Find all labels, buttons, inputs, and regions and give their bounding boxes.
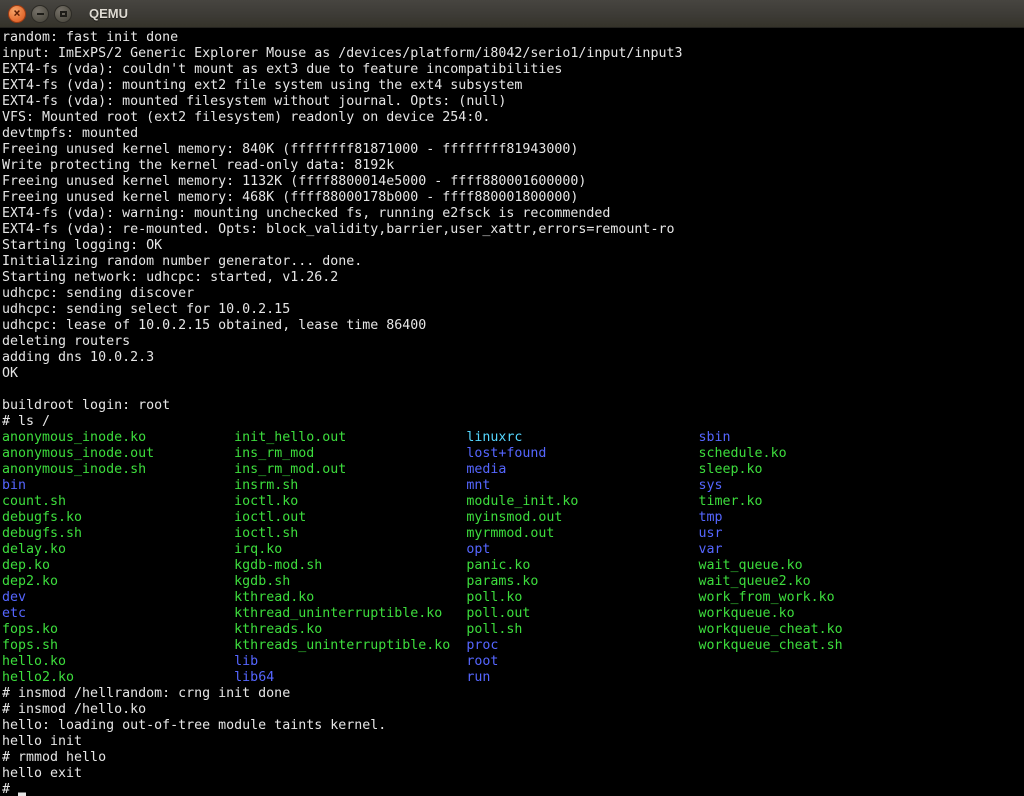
terminal-line: anonymous_inode.ko init_hello.out linuxr… — [2, 430, 1024, 446]
terminal-line: count.sh ioctl.ko module_init.ko timer.k… — [2, 494, 1024, 510]
terminal-line: dep2.ko kgdb.sh params.ko wait_queue2.ko — [2, 574, 1024, 590]
terminal-line: hello.ko lib root — [2, 654, 1024, 670]
terminal-line: hello init — [2, 734, 1024, 750]
terminal-line: anonymous_inode.out ins_rm_mod lost+foun… — [2, 446, 1024, 462]
terminal-line: EXT4-fs (vda): couldn't mount as ext3 du… — [2, 62, 1024, 78]
terminal-line: EXT4-fs (vda): mounted filesystem withou… — [2, 94, 1024, 110]
terminal-line: EXT4-fs (vda): warning: mounting uncheck… — [2, 206, 1024, 222]
terminal-line: debugfs.sh ioctl.sh myrmmod.out usr — [2, 526, 1024, 542]
terminal-line: dev kthread.ko poll.ko work_from_work.ko — [2, 590, 1024, 606]
terminal-line: EXT4-fs (vda): mounting ext2 file system… — [2, 78, 1024, 94]
terminal-line: udhcpc: sending select for 10.0.2.15 — [2, 302, 1024, 318]
terminal-line: fops.ko kthreads.ko poll.sh workqueue_ch… — [2, 622, 1024, 638]
terminal-line: dep.ko kgdb-mod.sh panic.ko wait_queue.k… — [2, 558, 1024, 574]
qemu-window: × QEMU random: fast init doneinput: ImEx… — [0, 0, 1024, 796]
terminal-line — [2, 382, 1024, 398]
terminal-line: hello exit — [2, 766, 1024, 782]
terminal-line: etc kthread_uninterruptible.ko poll.out … — [2, 606, 1024, 622]
terminal-line: Freeing unused kernel memory: 468K (ffff… — [2, 190, 1024, 206]
close-button[interactable]: × — [8, 5, 26, 23]
terminal-line: # rmmod hello — [2, 750, 1024, 766]
terminal-line: adding dns 10.0.2.3 — [2, 350, 1024, 366]
terminal-line: Write protecting the kernel read-only da… — [2, 158, 1024, 174]
terminal-line: VFS: Mounted root (ext2 filesystem) read… — [2, 110, 1024, 126]
terminal-line: # — [2, 782, 1024, 796]
terminal-line: bin insrm.sh mnt sys — [2, 478, 1024, 494]
maximize-button[interactable] — [54, 5, 72, 23]
terminal-screen[interactable]: random: fast init doneinput: ImExPS/2 Ge… — [0, 28, 1024, 796]
terminal-line: Freeing unused kernel memory: 840K (ffff… — [2, 142, 1024, 158]
terminal-line: deleting routers — [2, 334, 1024, 350]
terminal-line: udhcpc: sending discover — [2, 286, 1024, 302]
window-title: QEMU — [89, 6, 128, 21]
window-titlebar: × QEMU — [0, 0, 1024, 28]
terminal-line: hello2.ko lib64 run — [2, 670, 1024, 686]
terminal-line: # insmod /hello.ko — [2, 702, 1024, 718]
terminal-cursor — [18, 783, 26, 796]
terminal-line: buildroot login: root — [2, 398, 1024, 414]
terminal-line: Initializing random number generator... … — [2, 254, 1024, 270]
terminal-line: OK — [2, 366, 1024, 382]
terminal-line: # insmod /hellrandom: crng init done — [2, 686, 1024, 702]
terminal-line: EXT4-fs (vda): re-mounted. Opts: block_v… — [2, 222, 1024, 238]
terminal-line: anonymous_inode.sh ins_rm_mod.out media … — [2, 462, 1024, 478]
terminal-line: delay.ko irq.ko opt var — [2, 542, 1024, 558]
terminal-line: udhcpc: lease of 10.0.2.15 obtained, lea… — [2, 318, 1024, 334]
terminal-line: Starting logging: OK — [2, 238, 1024, 254]
terminal-line: # ls / — [2, 414, 1024, 430]
maximize-icon — [60, 11, 67, 17]
terminal-line: fops.sh kthreads_uninterruptible.ko proc… — [2, 638, 1024, 654]
terminal-line: Starting network: udhcpc: started, v1.26… — [2, 270, 1024, 286]
minimize-icon — [37, 13, 44, 15]
terminal-line: Freeing unused kernel memory: 1132K (fff… — [2, 174, 1024, 190]
terminal-line: hello: loading out-of-tree module taints… — [2, 718, 1024, 734]
terminal-line: input: ImExPS/2 Generic Explorer Mouse a… — [2, 46, 1024, 62]
terminal-line: random: fast init done — [2, 30, 1024, 46]
terminal-line: debugfs.ko ioctl.out myinsmod.out tmp — [2, 510, 1024, 526]
minimize-button[interactable] — [31, 5, 49, 23]
terminal-line: devtmpfs: mounted — [2, 126, 1024, 142]
close-icon: × — [13, 7, 20, 19]
